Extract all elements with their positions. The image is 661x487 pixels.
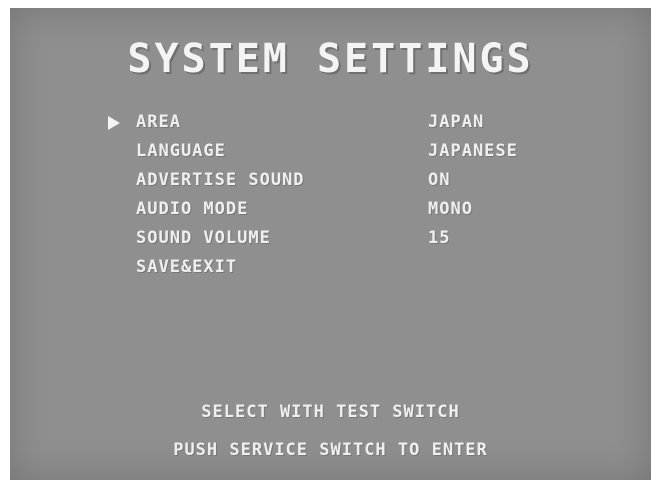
footer-instruction-select: SELECT WITH TEST SWITCH [201, 402, 460, 422]
menu-item-label: LANGUAGE [136, 141, 226, 161]
settings-screen: SYSTEM SETTINGS AREA JAPAN LANGUAGE JAPA… [10, 8, 651, 480]
cursor-triangle-icon [108, 116, 120, 130]
menu-item-label: SOUND VOLUME [136, 228, 271, 248]
menu-item-value: JAPAN [428, 112, 485, 132]
menu-item-advertise-sound[interactable]: ADVERTISE SOUND ON [10, 170, 651, 200]
menu-item-area[interactable]: AREA JAPAN [10, 112, 651, 142]
menu-item-audio-mode[interactable]: AUDIO MODE MONO [10, 199, 651, 229]
menu-item-label: ADVERTISE SOUND [136, 170, 305, 190]
page-title: SYSTEM SETTINGS [127, 36, 534, 82]
menu-item-value: JAPANESE [428, 141, 518, 161]
menu-item-label: AREA [136, 112, 181, 132]
menu-item-value: 15 [428, 228, 451, 248]
menu-item-language[interactable]: LANGUAGE JAPANESE [10, 141, 651, 171]
menu-item-value: ON [428, 170, 451, 190]
menu-item-save-exit[interactable]: SAVE&EXIT [10, 257, 651, 287]
menu-item-value: MONO [428, 199, 473, 219]
menu-item-label: SAVE&EXIT [136, 257, 238, 277]
footer-instruction-enter: PUSH SERVICE SWITCH TO ENTER [173, 440, 488, 460]
menu-item-label: AUDIO MODE [136, 199, 249, 219]
menu-item-sound-volume[interactable]: SOUND VOLUME 15 [10, 228, 651, 258]
